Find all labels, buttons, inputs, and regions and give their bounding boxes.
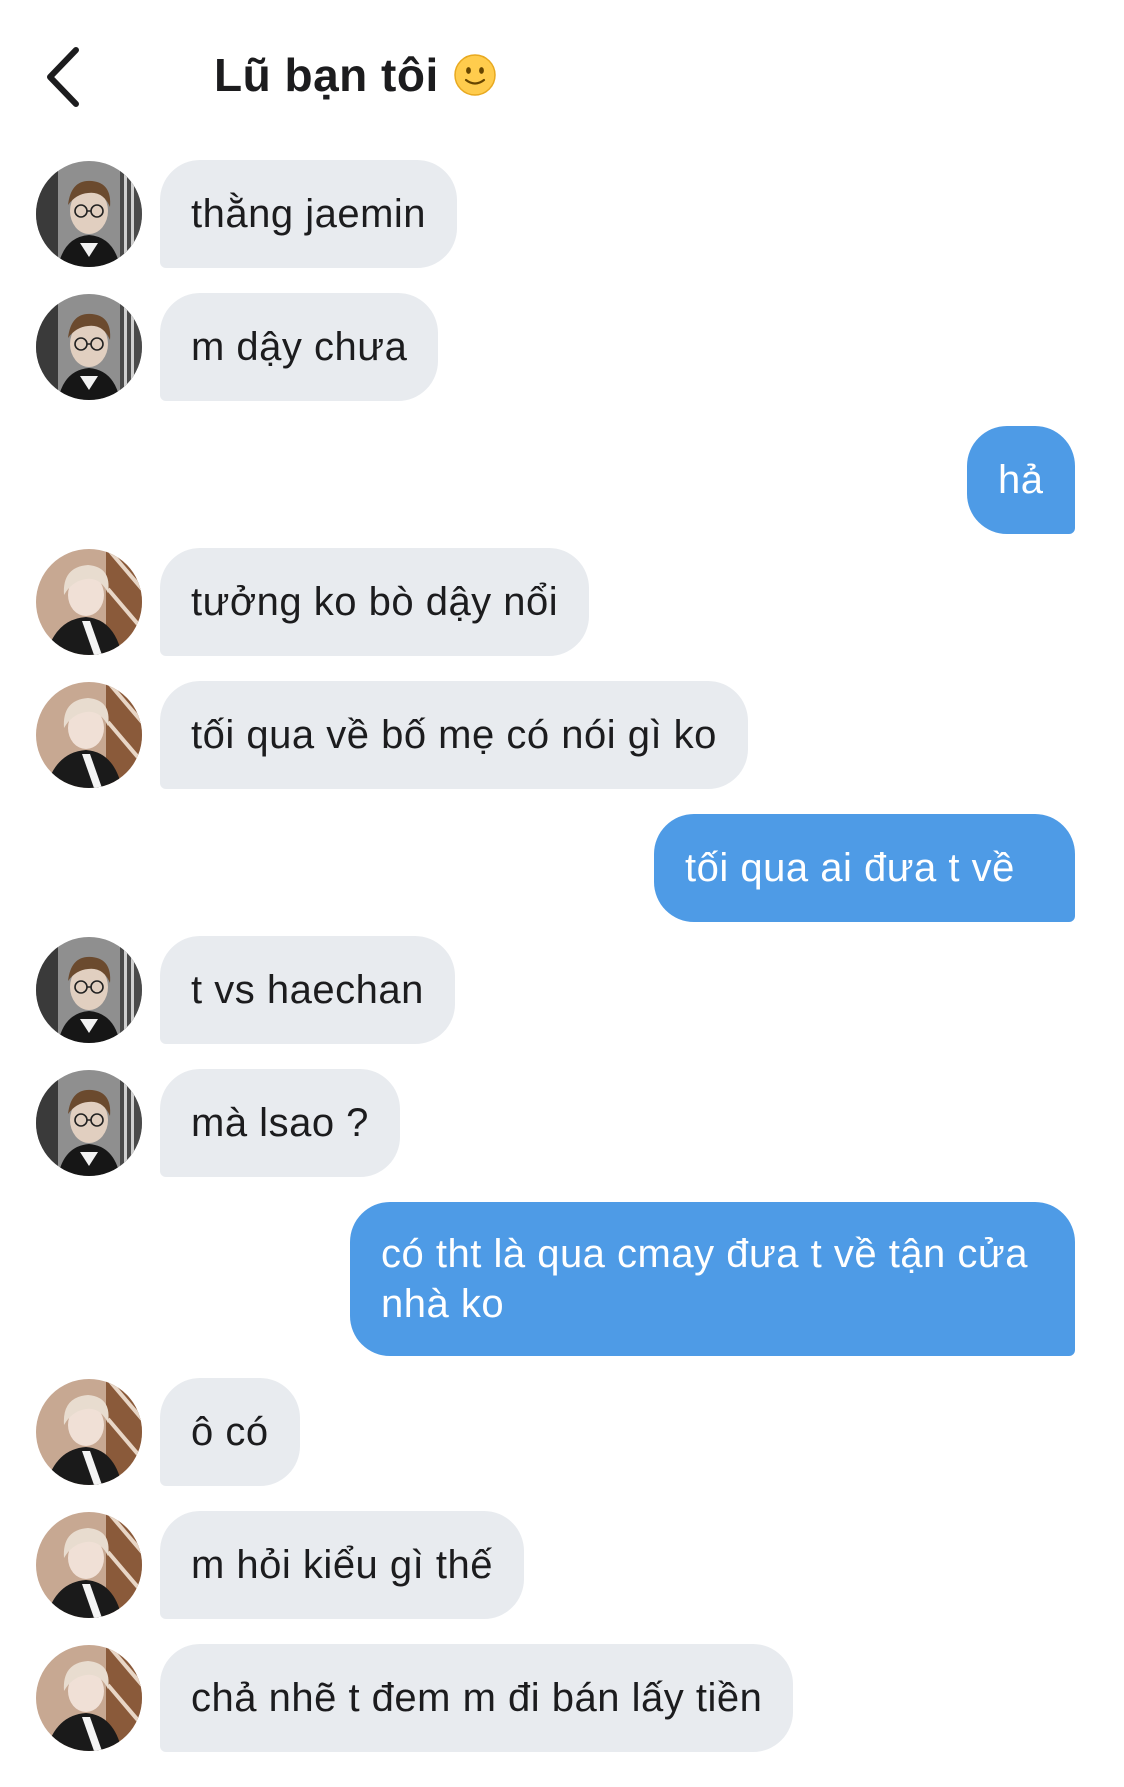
message-bubble[interactable]: mà lsao ? — [160, 1069, 400, 1177]
outgoing-message: tối qua ai đưa t về — [0, 814, 1124, 922]
message-bubble[interactable]: chả nhẽ t đem m đi bán lấy tiền — [160, 1644, 794, 1752]
avatar[interactable] — [36, 1645, 142, 1751]
avatar[interactable] — [36, 1379, 142, 1485]
incoming-message: m dậy chưa — [0, 293, 1124, 401]
avatar[interactable] — [36, 294, 142, 400]
incoming-message: tối qua về bố mẹ có nói gì ko — [0, 681, 1124, 789]
chat-title-group[interactable]: Lũ bạn tôi — [214, 48, 497, 102]
message-bubble[interactable]: t vs haechan — [160, 936, 455, 1044]
message-bubble[interactable]: hả — [967, 426, 1075, 534]
avatar[interactable] — [36, 161, 142, 267]
incoming-message: tưởng ko bò dậy nổi — [0, 548, 1124, 656]
outgoing-message: có tht là qua cmay đưa t về tận cửa nhà … — [0, 1202, 1124, 1362]
incoming-message: t vs haechan — [0, 936, 1124, 1044]
chat-title: Lũ bạn tôi — [214, 49, 439, 101]
avatar[interactable] — [36, 682, 142, 788]
incoming-message: chả nhẽ t đem m đi bán lấy tiền — [0, 1644, 1124, 1752]
chat-header: Lũ bạn tôi — [0, 0, 1124, 150]
avatar[interactable] — [36, 549, 142, 655]
back-icon[interactable] — [40, 42, 90, 112]
avatar[interactable] — [36, 937, 142, 1043]
slightly-smiling-face-icon — [454, 54, 496, 96]
message-bubble[interactable]: ô có — [160, 1378, 300, 1486]
avatar[interactable] — [36, 1070, 142, 1176]
avatar[interactable] — [36, 1512, 142, 1618]
message-bubble[interactable]: tối qua ai đưa t về — [654, 814, 1075, 922]
incoming-message: mà lsao ? — [0, 1069, 1124, 1177]
message-bubble[interactable]: tưởng ko bò dậy nổi — [160, 548, 590, 656]
message-bubble[interactable]: thằng jaemin — [160, 160, 458, 268]
message-bubble[interactable]: m dậy chưa — [160, 293, 439, 401]
incoming-message: ô có — [0, 1378, 1124, 1486]
incoming-message: thằng jaemin — [0, 160, 1124, 268]
message-bubble[interactable]: m hỏi kiểu gì thế — [160, 1511, 524, 1619]
outgoing-message: hả — [0, 426, 1124, 534]
incoming-message: m hỏi kiểu gì thế — [0, 1511, 1124, 1619]
message-bubble[interactable]: tối qua về bố mẹ có nói gì ko — [160, 681, 748, 789]
message-bubble[interactable]: có tht là qua cmay đưa t về tận cửa nhà … — [350, 1202, 1075, 1356]
